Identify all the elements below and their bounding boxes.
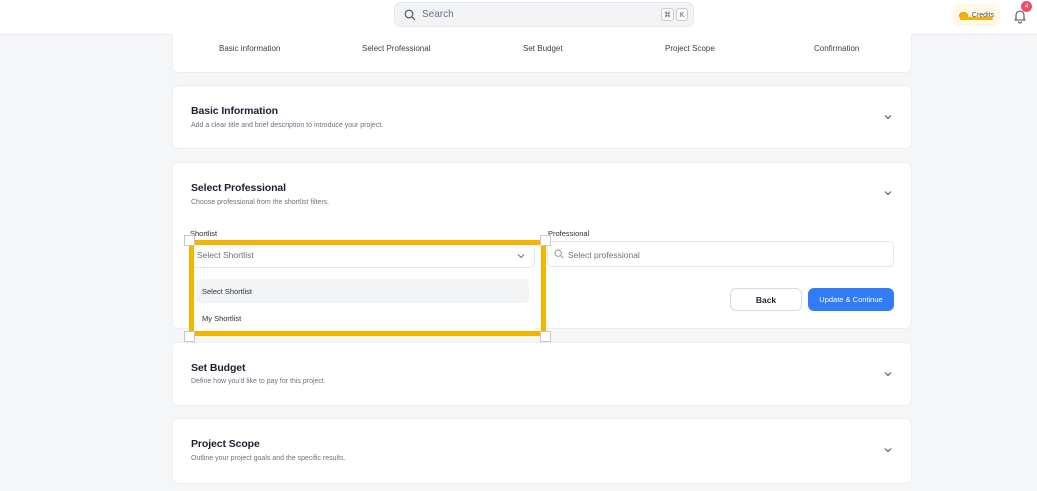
back-button[interactable]: Back [730, 288, 802, 311]
section-title: Select Professional [191, 182, 286, 194]
step-select-professional[interactable]: Select Professional [362, 44, 430, 53]
steps-card: Basic information Select Professional Se… [172, 34, 912, 73]
credits-indicator [960, 17, 993, 20]
chevron-down-icon[interactable] [883, 445, 893, 455]
professional-placeholder: Select professional [568, 250, 640, 260]
step-project-scope[interactable]: Project Scope [665, 44, 715, 53]
update-continue-button[interactable]: Update & Continue [808, 288, 894, 311]
top-bar: Search ⌘ K Credits 4 [0, 0, 1037, 35]
professional-label: Professional [548, 229, 590, 238]
search-icon [404, 9, 416, 20]
notification-badge: 4 [1021, 1, 1032, 12]
resize-handle[interactable] [184, 331, 195, 342]
chevron-down-icon[interactable] [883, 369, 893, 379]
resize-handle[interactable] [540, 331, 551, 342]
section-subtitle: Define how you'd like to pay for this pr… [191, 378, 326, 385]
k-key: K [676, 8, 688, 21]
selection-highlight [189, 240, 546, 336]
credits-button[interactable]: Credits [953, 4, 1000, 26]
resize-handle[interactable] [540, 235, 551, 246]
section-title: Project Scope [191, 438, 260, 450]
search-icon [554, 249, 564, 259]
project-scope-section[interactable]: Project Scope Outline your project goals… [172, 418, 912, 484]
step-basic-information[interactable]: Basic information [219, 44, 280, 53]
chevron-down-icon[interactable] [883, 112, 893, 122]
set-budget-section[interactable]: Set Budget Define how you'd like to pay … [172, 342, 912, 406]
search-bar[interactable]: Search ⌘ K [394, 2, 694, 27]
search-placeholder: Search [422, 9, 454, 20]
basic-information-section[interactable]: Basic Information Add a clear title and … [172, 85, 912, 149]
step-confirmation[interactable]: Confirmation [814, 44, 859, 53]
section-title: Set Budget [191, 362, 246, 374]
command-key: ⌘ [661, 8, 674, 21]
section-subtitle: Outline your project goals and the speci… [191, 455, 346, 462]
professional-search-input[interactable]: Select professional [547, 241, 894, 267]
step-set-budget[interactable]: Set Budget [523, 44, 563, 53]
chevron-down-icon[interactable] [883, 188, 893, 198]
resize-handle[interactable] [184, 235, 195, 246]
section-subtitle: Choose professional from the shortlist f… [191, 199, 330, 206]
section-subtitle: Add a clear title and brief description … [191, 122, 384, 129]
section-title: Basic Information [191, 105, 278, 117]
